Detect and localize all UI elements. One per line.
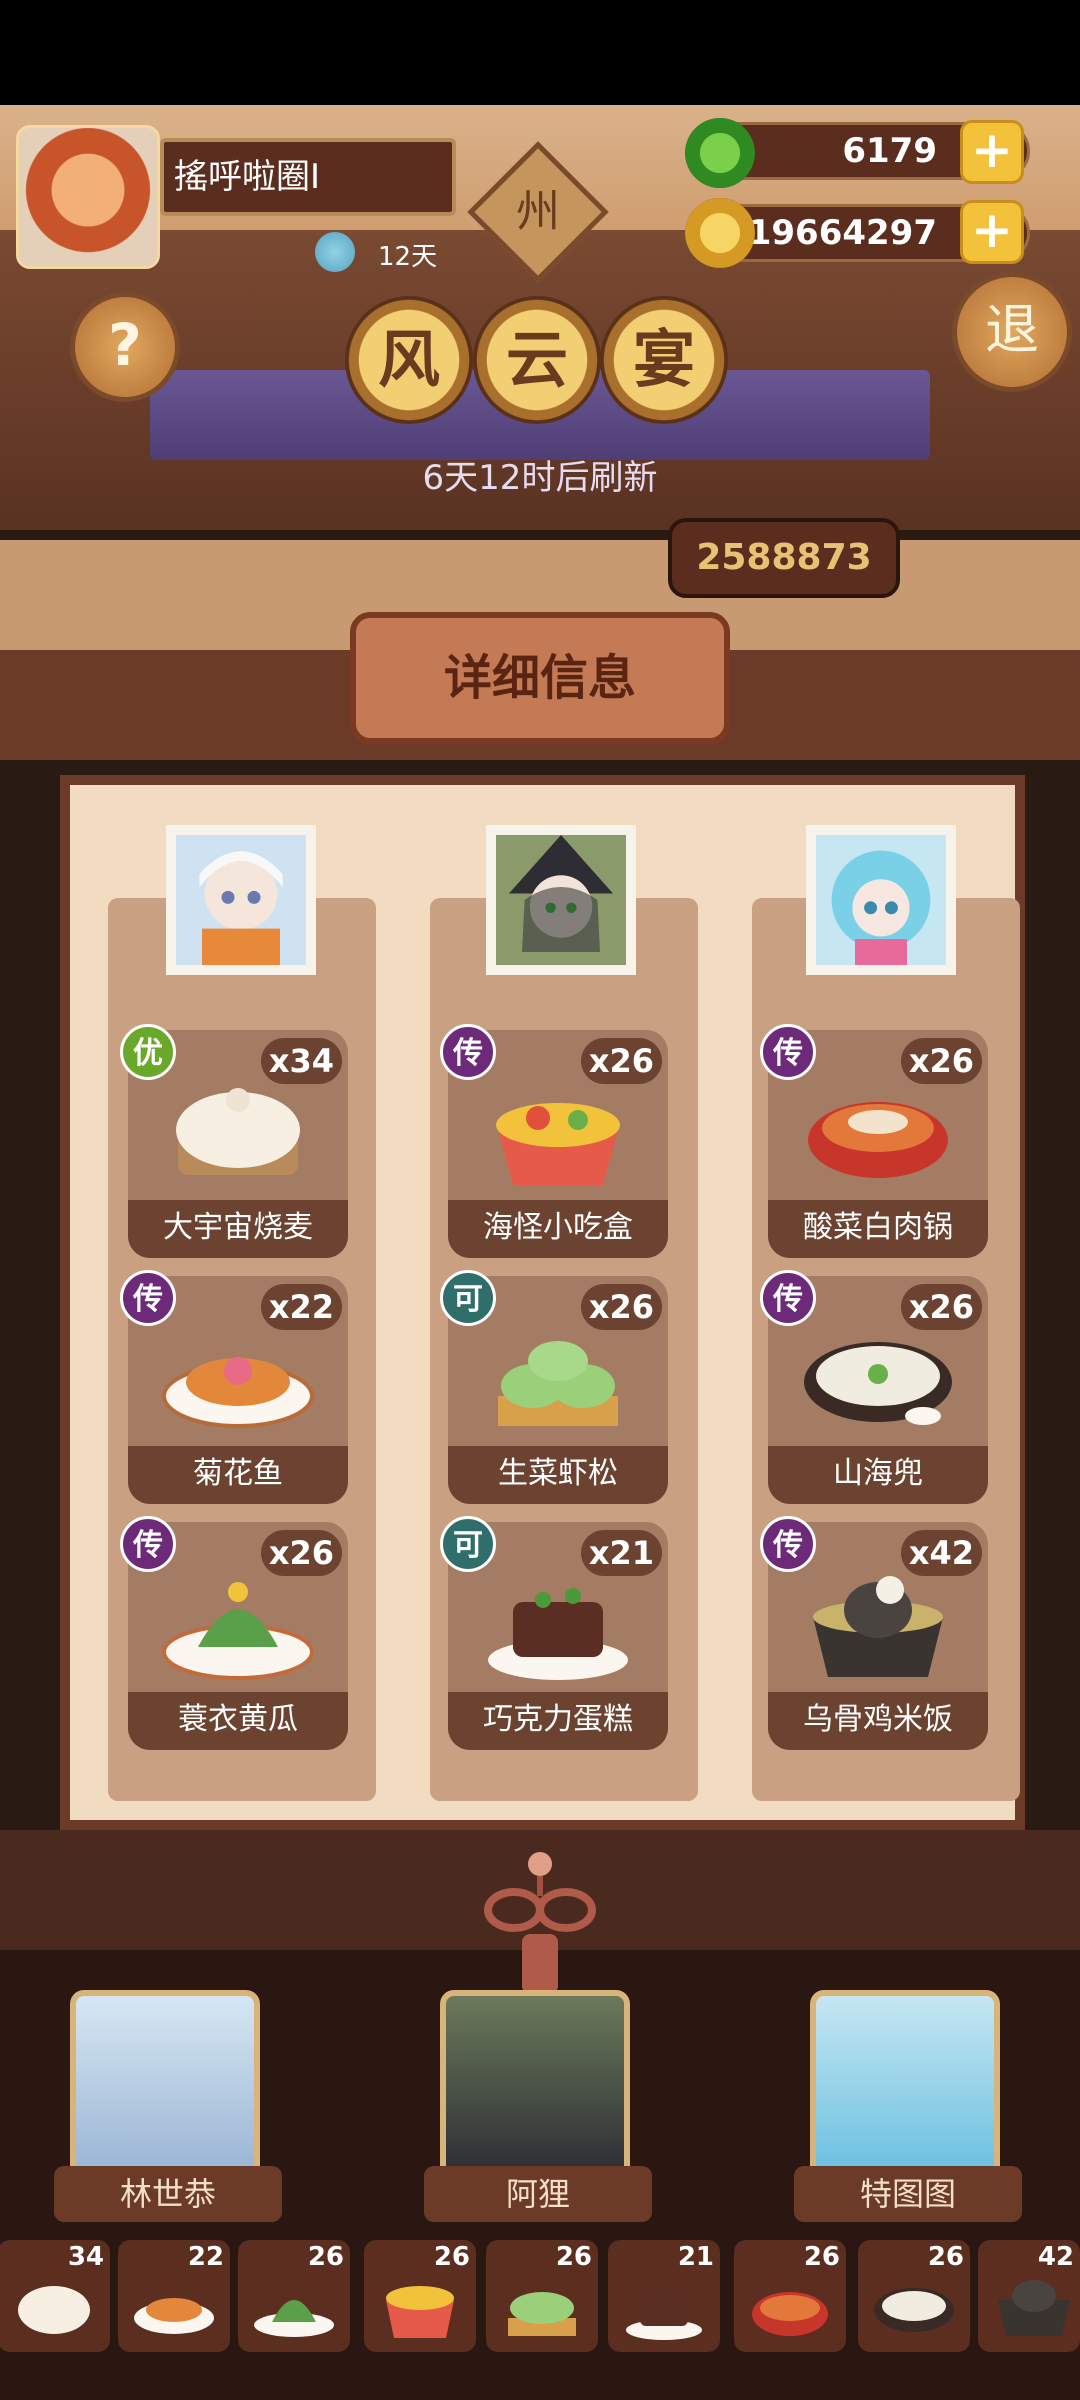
- hotpot-icon: [752, 2292, 828, 2336]
- slot-count: 21: [677, 2242, 714, 2272]
- dish-name: 菊花鱼: [128, 1446, 348, 1504]
- help-label: ?: [108, 311, 142, 379]
- region-char: 州: [516, 186, 560, 237]
- dish-slot[interactable]: 26: [734, 2240, 846, 2352]
- title-char-1: 风: [345, 296, 473, 424]
- title-char-2: 云: [473, 296, 601, 424]
- coin-value: 19664297: [747, 213, 937, 253]
- bottom-chef-portrait-2[interactable]: [440, 1990, 630, 2180]
- dish-slot[interactable]: 26: [238, 2240, 350, 2352]
- dish-card[interactable]: 传 x26 蓑衣黄瓜: [120, 1516, 348, 1750]
- dish-card[interactable]: 传 x26 海怪小吃盒: [440, 1024, 668, 1258]
- dish-slot[interactable]: 26: [486, 2240, 598, 2352]
- jade-icon: [685, 118, 755, 188]
- slot-count: 22: [187, 2242, 224, 2272]
- days-icon: [315, 232, 355, 272]
- bottom-chef-portrait-3[interactable]: [810, 1990, 1000, 2180]
- chef-portrait-1[interactable]: [166, 825, 316, 975]
- chocolate-cake-icon: [626, 2292, 702, 2340]
- chrysanthemum-fish-icon: [134, 2298, 214, 2334]
- chocolate-cake-icon: [488, 1588, 628, 1680]
- jade-value: 6179: [842, 131, 937, 171]
- dish-card[interactable]: 可 x26 生菜虾松: [440, 1270, 668, 1504]
- dumpling-icon: [176, 1088, 300, 1175]
- slot-count: 26: [555, 2242, 592, 2272]
- dumpling-pan-icon: [804, 1342, 952, 1425]
- chicken-rice-icon: [998, 2280, 1070, 2336]
- dish-slot[interactable]: 42: [978, 2240, 1080, 2352]
- help-button[interactable]: ?: [70, 292, 180, 402]
- days-label: 12天: [378, 242, 438, 272]
- dish-card[interactable]: 传 x26 酸菜白肉锅: [760, 1024, 988, 1258]
- dish-card[interactable]: 传 x26 山海兜: [760, 1270, 988, 1504]
- dish-name: 大宇宙烧麦: [128, 1200, 348, 1258]
- dish-card[interactable]: 可 x21 巧克力蛋糕: [440, 1516, 668, 1750]
- status-bar: [0, 0, 1080, 105]
- chef-name: 阿狸: [424, 2166, 652, 2222]
- lettuce-shrimp-icon: [498, 1341, 618, 1426]
- dish-name: 生菜虾松: [448, 1446, 668, 1504]
- dish-name: 乌骨鸡米饭: [768, 1692, 988, 1750]
- knot-ornament: [484, 1852, 596, 1994]
- snack-box-icon: [386, 2286, 454, 2338]
- cucumber-dish-icon: [162, 1582, 314, 1680]
- exit-button[interactable]: 退: [952, 272, 1072, 392]
- slot-count: 26: [803, 2242, 840, 2272]
- hotpot-icon: [808, 1102, 948, 1178]
- chef-portrait-2[interactable]: [486, 825, 636, 975]
- score-display: 2588873: [668, 518, 900, 598]
- lettuce-shrimp-icon: [508, 2292, 576, 2336]
- dish-name: 海怪小吃盒: [448, 1200, 668, 1258]
- player-avatar[interactable]: [16, 125, 160, 269]
- dish-slot[interactable]: 26: [858, 2240, 970, 2352]
- dish-name: 蓑衣黄瓜: [128, 1692, 348, 1750]
- dumpling-icon: [18, 2286, 90, 2334]
- slot-count: 26: [307, 2242, 344, 2272]
- chicken-rice-icon: [813, 1576, 943, 1677]
- dish-name: 酸菜白肉锅: [768, 1200, 988, 1258]
- dish-name: 巧克力蛋糕: [448, 1692, 668, 1750]
- exit-label: 退: [985, 298, 1039, 361]
- dish-card[interactable]: 传 x42 乌骨鸡米饭: [760, 1516, 988, 1750]
- title-char-3: 宴: [600, 296, 728, 424]
- bottom-chef-portrait-1[interactable]: [70, 1990, 260, 2180]
- dish-slot[interactable]: 22: [118, 2240, 230, 2352]
- detail-title[interactable]: 详细信息: [350, 612, 730, 744]
- cucumber-dish-icon: [254, 2300, 334, 2337]
- slot-count: 26: [927, 2242, 964, 2272]
- slot-count: 34: [67, 2242, 104, 2272]
- dish-slot[interactable]: 34: [0, 2240, 110, 2352]
- dish-slot[interactable]: 26: [364, 2240, 476, 2352]
- slot-count: 26: [433, 2242, 470, 2272]
- chrysanthemum-fish-icon: [162, 1357, 314, 1428]
- chef-name: 特图图: [794, 2166, 1022, 2222]
- dish-name: 山海兜: [768, 1446, 988, 1504]
- player-name: 搖呼啦圈I: [160, 138, 456, 216]
- dish-slot[interactable]: 21: [608, 2240, 720, 2352]
- dumpling-pan-icon: [874, 2288, 954, 2332]
- dish-card[interactable]: 优 x34 大宇宙烧麦: [120, 1024, 348, 1258]
- add-coin-button[interactable]: +: [960, 200, 1024, 264]
- snack-box-icon: [496, 1103, 620, 1185]
- chef-portrait-3[interactable]: [806, 825, 956, 975]
- chef-name: 林世恭: [54, 2166, 282, 2222]
- refresh-timer: 6天12时后刷新: [422, 458, 658, 498]
- coin-icon: [685, 198, 755, 268]
- add-jade-button[interactable]: +: [960, 120, 1024, 184]
- dish-card[interactable]: 传 x22 菊花鱼: [120, 1270, 348, 1504]
- slot-count: 42: [1037, 2242, 1074, 2272]
